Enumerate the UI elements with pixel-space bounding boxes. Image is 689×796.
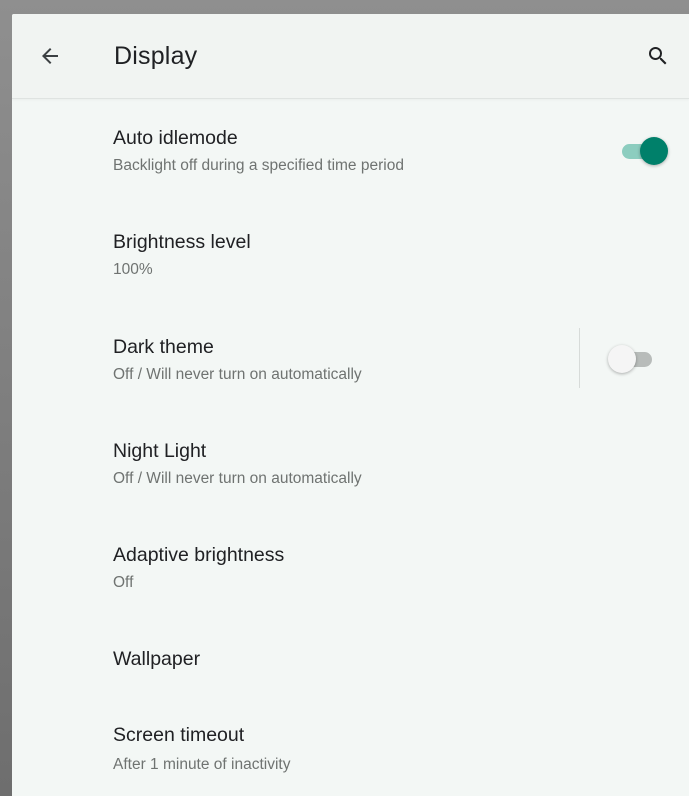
app-bar: Display	[12, 14, 689, 99]
pref-title: Adaptive brightness	[113, 544, 285, 566]
pref-title: Brightness level	[113, 231, 251, 253]
pref-summary: Off / Will never turn on automatically	[113, 366, 362, 383]
dark-theme-switch[interactable]	[608, 341, 656, 377]
pref-title: Wallpaper	[113, 648, 201, 670]
back-button[interactable]	[30, 36, 70, 76]
pref-title: Screen timeout	[113, 724, 245, 746]
switch-thumb	[608, 345, 636, 373]
pref-auto-idlemode[interactable]: Auto idlemode Backlight off during a spe…	[12, 100, 689, 204]
arrow-left-icon	[42, 48, 58, 64]
search-icon	[649, 47, 667, 65]
pref-summary: After 1 minute of inactivity	[113, 756, 291, 773]
auto-idlemode-switch[interactable]	[618, 133, 668, 169]
pref-adaptive-brightness[interactable]: Adaptive brightness Off	[12, 516, 689, 620]
pref-night-light[interactable]: Night Light Off / Will never turn on aut…	[12, 412, 689, 516]
pref-title: Auto idlemode	[113, 127, 238, 149]
pref-brightness-level[interactable]: Brightness level 100%	[12, 204, 689, 308]
switch-divider	[579, 328, 580, 388]
pref-title: Night Light	[113, 440, 207, 462]
pref-summary: Off / Will never turn on automatically	[113, 470, 362, 487]
search-button[interactable]	[638, 36, 678, 76]
pref-title: Dark theme	[113, 336, 214, 358]
device-frame: Display Auto idlemode Backlight off duri…	[0, 0, 689, 796]
pref-summary: Backlight off during a specified time pe…	[113, 157, 404, 174]
pref-summary: Off	[113, 574, 134, 591]
switch-thumb	[640, 137, 668, 165]
pref-summary: 100%	[113, 261, 153, 278]
pref-screen-timeout[interactable]: Screen timeout After 1 minute of inactiv…	[12, 698, 689, 796]
page-title: Display	[114, 42, 198, 70]
settings-screen: Display Auto idlemode Backlight off duri…	[12, 14, 689, 796]
pref-dark-theme[interactable]: Dark theme Off / Will never turn on auto…	[12, 308, 689, 412]
